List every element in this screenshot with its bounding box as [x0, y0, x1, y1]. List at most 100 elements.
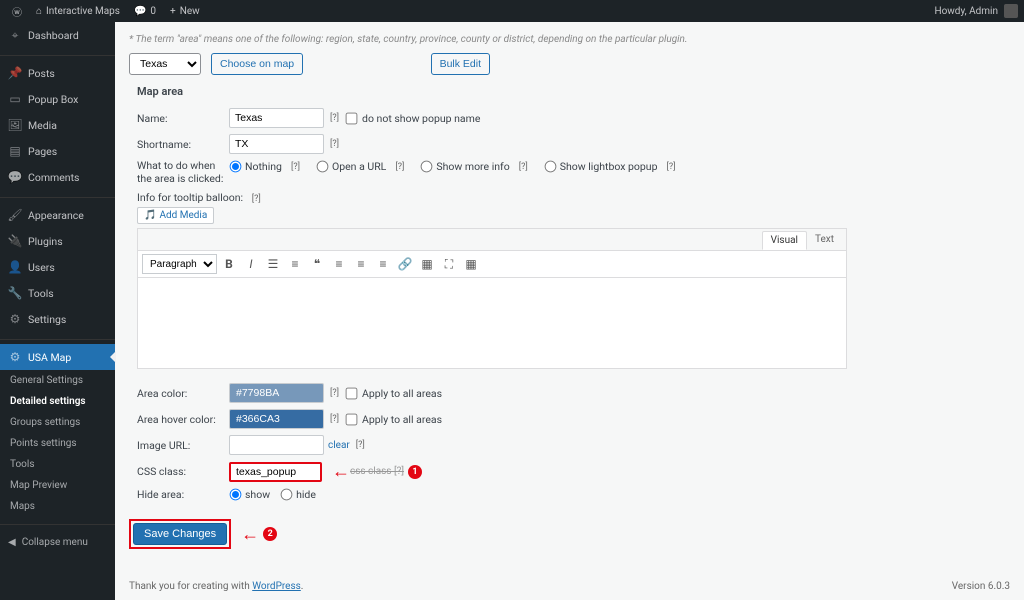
name-help[interactable]: [?]: [330, 113, 339, 123]
sub-tools[interactable]: Tools: [0, 454, 115, 475]
brush-icon: 🖌: [8, 208, 22, 222]
image-url-input[interactable]: [229, 435, 324, 455]
radio-show[interactable]: [230, 489, 242, 501]
map-area-title: Map area: [137, 85, 1010, 98]
bulk-edit-button[interactable]: Bulk Edit: [431, 53, 490, 75]
hover-color-input[interactable]: [229, 409, 324, 429]
collapse-menu[interactable]: ◀Collapse menu: [0, 531, 115, 554]
dashboard-icon: ⌖: [8, 28, 22, 42]
radio-lightbox[interactable]: [544, 161, 556, 173]
wordpress-link[interactable]: WordPress: [252, 581, 301, 592]
radio-open-url[interactable]: [317, 161, 329, 173]
wordpress-icon: ⓦ: [12, 4, 22, 19]
pin-icon: 📌: [8, 66, 22, 80]
sub-points[interactable]: Points settings: [0, 433, 115, 454]
media-icon: 🖼: [8, 118, 22, 132]
fullscreen-button[interactable]: ⛶: [439, 254, 459, 274]
howdy-text[interactable]: Howdy, Admin: [934, 6, 998, 17]
annotation-2: 2: [263, 527, 277, 541]
editor-toolbar: Paragraph B I ☰ ≡ ❝ ≡ ≡ ≡ 🔗 ▦ ⛶ ▦: [138, 251, 846, 278]
menu-settings[interactable]: ⚙Settings: [0, 306, 115, 332]
align-right-button[interactable]: ≡: [373, 254, 393, 274]
menu-plugins[interactable]: 🔌Plugins: [0, 228, 115, 254]
quote-button[interactable]: ❝: [307, 254, 327, 274]
editor-body[interactable]: [138, 278, 846, 368]
format-select[interactable]: Paragraph: [142, 254, 217, 274]
tab-visual[interactable]: Visual: [762, 231, 807, 250]
area-color-label: Area color:: [129, 387, 229, 400]
comment-icon: 💬: [8, 170, 22, 184]
annotation-1: 1: [408, 465, 422, 479]
radio-more-info[interactable]: [421, 161, 433, 173]
save-changes-button[interactable]: Save Changes: [133, 523, 227, 545]
sub-maps[interactable]: Maps: [0, 496, 115, 517]
popup-icon: ▭: [8, 92, 22, 106]
main-content: * The term "area" means one of the follo…: [115, 22, 1024, 600]
align-left-button[interactable]: ≡: [329, 254, 349, 274]
menu-users[interactable]: 👤Users: [0, 254, 115, 280]
site-link[interactable]: ⌂Interactive Maps: [30, 0, 126, 22]
slider-icon: ⚙: [8, 312, 22, 326]
media-icon: 🎵: [144, 210, 156, 221]
sub-detailed[interactable]: Detailed settings: [0, 391, 115, 412]
menu-media[interactable]: 🖼Media: [0, 112, 115, 138]
menu-usamap[interactable]: ⚙USA Map: [0, 344, 115, 370]
wp-logo[interactable]: ⓦ: [6, 0, 28, 22]
footer: Thank you for creating with WordPress. V…: [129, 571, 1010, 592]
add-media-button[interactable]: 🎵Add Media: [137, 207, 214, 224]
hover-color-label: Area hover color:: [129, 413, 229, 426]
menu-posts[interactable]: 📌Posts: [0, 60, 115, 86]
bold-button[interactable]: B: [219, 254, 239, 274]
menu-dashboard[interactable]: ⌖Dashboard: [0, 22, 115, 48]
shortname-input[interactable]: [229, 134, 324, 154]
italic-button[interactable]: I: [241, 254, 261, 274]
home-icon: ⌂: [36, 6, 42, 17]
menu-tools[interactable]: 🔧Tools: [0, 280, 115, 306]
user-icon: 👤: [8, 260, 22, 274]
comments-link[interactable]: 💬0: [128, 0, 162, 22]
sub-preview[interactable]: Map Preview: [0, 475, 115, 496]
sub-groups[interactable]: Groups settings: [0, 412, 115, 433]
ol-button[interactable]: ≡: [285, 254, 305, 274]
wrench-icon: 🔧: [8, 286, 22, 300]
apply-all-hover-checkbox[interactable]: [346, 413, 358, 425]
toolbar-toggle-button[interactable]: ▦: [461, 254, 481, 274]
clear-link[interactable]: clear: [328, 440, 350, 451]
new-link[interactable]: +New: [164, 0, 206, 22]
align-center-button[interactable]: ≡: [351, 254, 371, 274]
apply-all-color-checkbox[interactable]: [346, 387, 358, 399]
area-color-input[interactable]: [229, 383, 324, 403]
link-button[interactable]: 🔗: [395, 254, 415, 274]
gear-icon: ⚙: [8, 350, 22, 364]
name-input[interactable]: [229, 108, 324, 128]
admin-sidebar: ⌖Dashboard 📌Posts ▭Popup Box 🖼Media ▤Pag…: [0, 22, 115, 600]
radio-nothing[interactable]: [230, 161, 242, 173]
area-note: * The term "area" means one of the follo…: [129, 34, 1010, 45]
ul-button[interactable]: ☰: [263, 254, 283, 274]
page-icon: ▤: [8, 144, 22, 158]
choose-on-map-button[interactable]: Choose on map: [211, 53, 303, 75]
dont-show-checkbox[interactable]: [346, 112, 358, 124]
menu-popup[interactable]: ▭Popup Box: [0, 86, 115, 112]
tab-text[interactable]: Text: [807, 231, 842, 250]
admin-toolbar: ⓦ ⌂Interactive Maps 💬0 +New Howdy, Admin: [0, 0, 1024, 22]
more-button[interactable]: ▦: [417, 254, 437, 274]
plus-icon: +: [170, 6, 176, 17]
shortname-label: Shortname:: [129, 138, 229, 151]
menu-comments[interactable]: 💬Comments: [0, 164, 115, 190]
plug-icon: 🔌: [8, 234, 22, 248]
hide-area-label: Hide area:: [129, 488, 229, 501]
area-select[interactable]: Texas: [129, 53, 201, 75]
version-text: Version 6.0.3: [952, 581, 1010, 592]
menu-appearance[interactable]: 🖌Appearance: [0, 202, 115, 228]
red-arrow-icon: ←: [241, 524, 259, 545]
click-action-radios: Nothing[?] Open a URL[?] Show more info[…: [229, 160, 682, 173]
css-class-input[interactable]: [229, 462, 322, 482]
name-label: Name:: [129, 112, 229, 125]
radio-hide[interactable]: [281, 489, 293, 501]
avatar[interactable]: [1004, 4, 1018, 18]
menu-pages[interactable]: ▤Pages: [0, 138, 115, 164]
sub-general[interactable]: General Settings: [0, 370, 115, 391]
shortname-help[interactable]: [?]: [330, 139, 339, 149]
css-class-label: CSS class:: [129, 465, 229, 478]
